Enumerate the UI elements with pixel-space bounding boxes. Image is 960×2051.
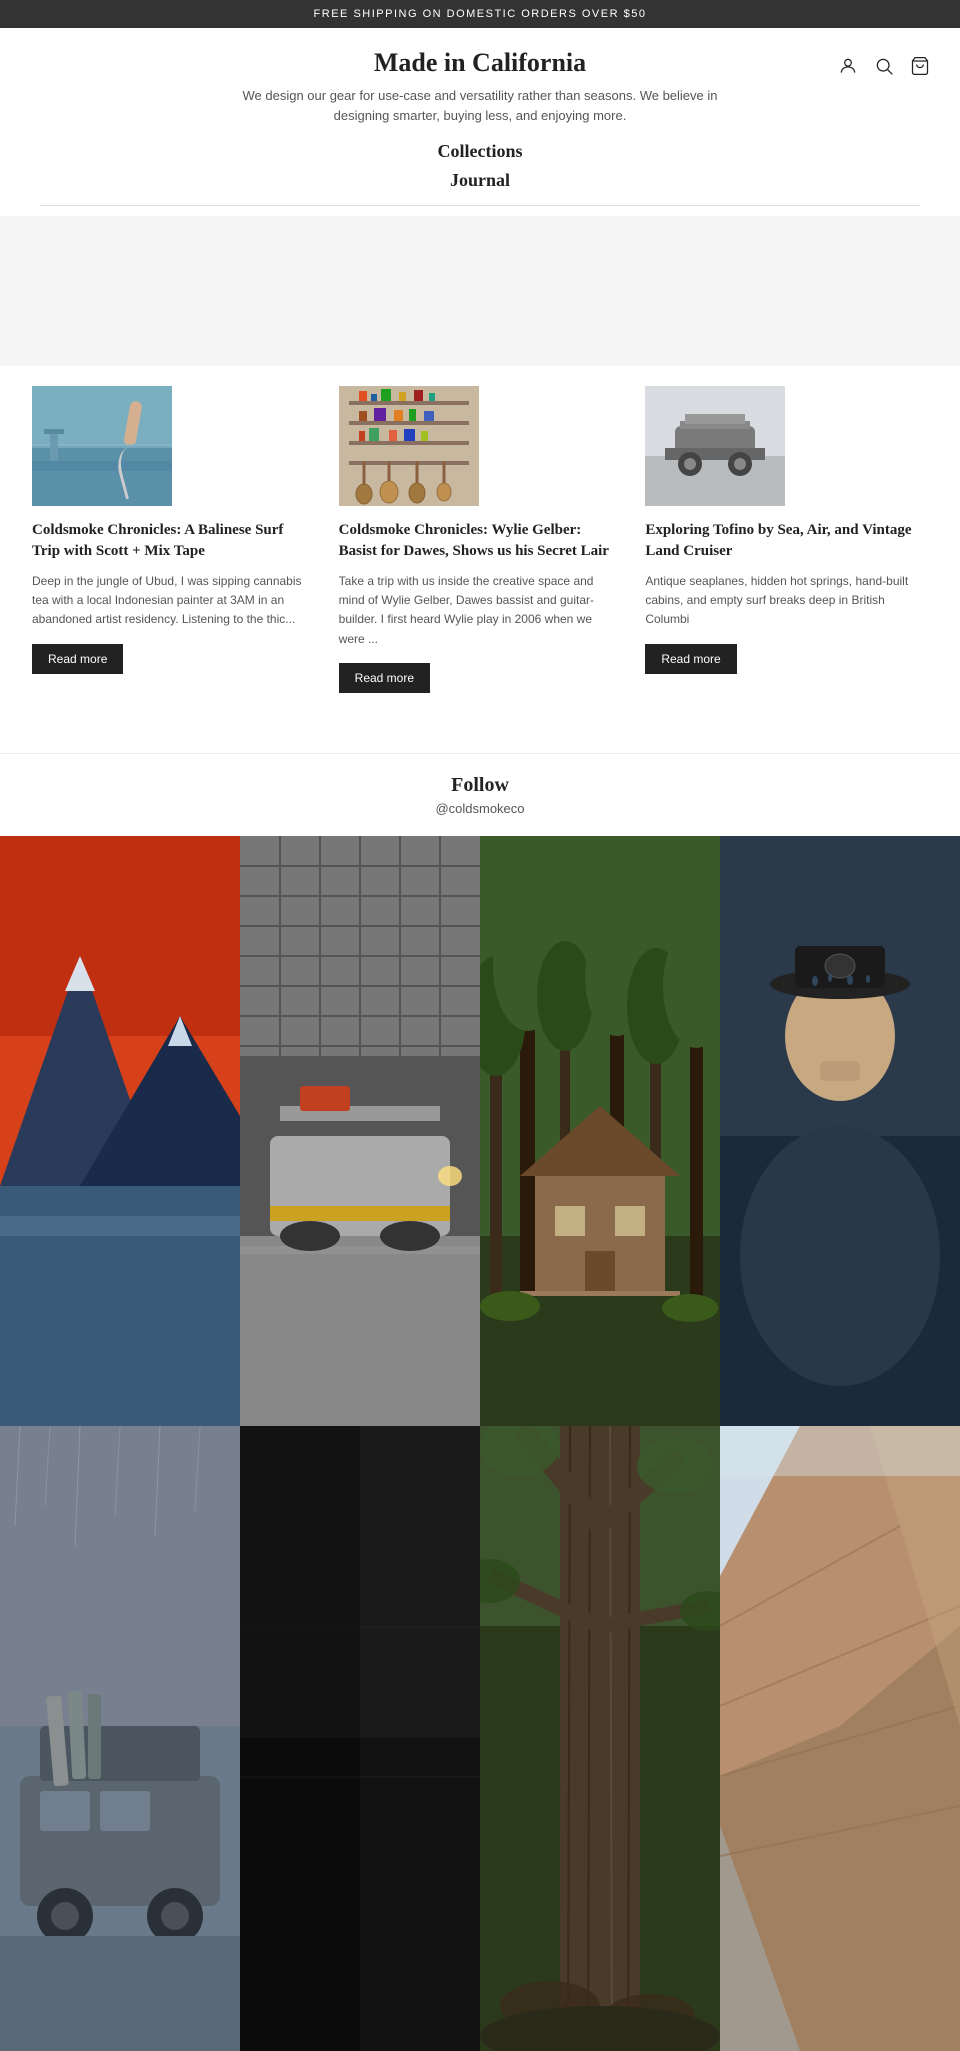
read-more-button[interactable]: Read more: [339, 663, 430, 693]
user-icon[interactable]: [838, 56, 858, 81]
article-image: [645, 386, 785, 506]
article-image: [32, 386, 172, 506]
instagram-post[interactable]: [0, 836, 240, 1426]
main-nav: Collections Journal: [40, 137, 920, 195]
instagram-handle[interactable]: @coldsmokeco: [0, 801, 960, 816]
articles-grid: Coldsmoke Chronicles: A Balinese Surf Tr…: [0, 366, 960, 713]
article-image: [339, 386, 479, 506]
shipping-banner: FREE SHIPPING ON DOMESTIC ORDERS OVER $5…: [0, 0, 960, 28]
article-excerpt: Antique seaplanes, hidden hot springs, h…: [645, 572, 928, 630]
instagram-post[interactable]: [720, 1426, 960, 2051]
article-excerpt: Deep in the jungle of Ubud, I was sippin…: [32, 572, 315, 630]
article-card: Coldsmoke Chronicles: A Balinese Surf Tr…: [20, 366, 327, 713]
brand-name: Made in California: [40, 48, 920, 78]
instagram-post[interactable]: [240, 1426, 480, 2051]
follow-section: Follow @coldsmokeco: [0, 753, 960, 836]
article-card: Exploring Tofino by Sea, Air, and Vintag…: [633, 366, 940, 713]
instagram-post[interactable]: [720, 836, 960, 1426]
cart-icon[interactable]: [910, 56, 930, 81]
header-divider: [40, 205, 920, 206]
article-title: Coldsmoke Chronicles: Wylie Gelber: Basi…: [339, 520, 622, 562]
article-excerpt: Take a trip with us inside the creative …: [339, 572, 622, 649]
instagram-grid: [0, 836, 960, 2051]
read-more-button[interactable]: Read more: [645, 644, 736, 674]
journal-hero: [0, 216, 960, 366]
nav-collections[interactable]: Collections: [438, 137, 523, 166]
instagram-post[interactable]: [240, 836, 480, 1426]
nav-journal[interactable]: Journal: [450, 166, 510, 195]
article-title: Exploring Tofino by Sea, Air, and Vintag…: [645, 520, 928, 562]
read-more-button[interactable]: Read more: [32, 644, 123, 674]
instagram-post[interactable]: [480, 836, 720, 1426]
header-icons: [838, 56, 930, 81]
brand-tagline: We design our gear for use-case and vers…: [230, 86, 730, 125]
article-card: Coldsmoke Chronicles: Wylie Gelber: Basi…: [327, 366, 634, 713]
instagram-post[interactable]: [480, 1426, 720, 2051]
instagram-post[interactable]: [0, 1426, 240, 2051]
article-title: Coldsmoke Chronicles: A Balinese Surf Tr…: [32, 520, 315, 562]
follow-heading: Follow: [0, 774, 960, 797]
site-header: Made in California We design our gear fo…: [0, 28, 960, 216]
search-icon[interactable]: [874, 56, 894, 81]
